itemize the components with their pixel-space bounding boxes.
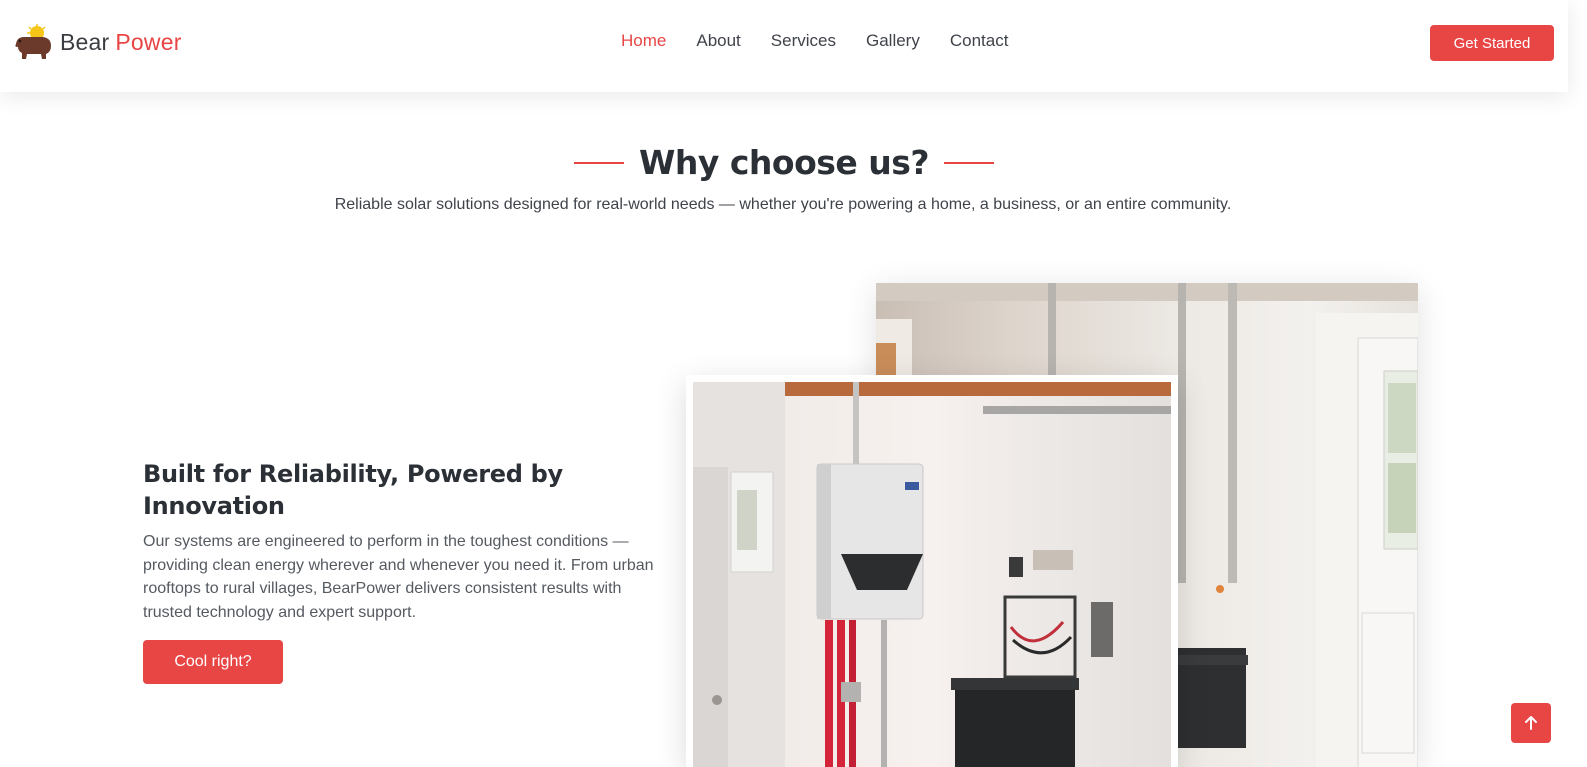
nav-item-services[interactable]: Services bbox=[771, 31, 836, 51]
section-heading: Why choose us? bbox=[0, 143, 1568, 182]
nav-item-contact[interactable]: Contact bbox=[950, 31, 1009, 51]
brand-logo[interactable]: Bear Power bbox=[13, 24, 182, 60]
nav-item-about[interactable]: About bbox=[696, 31, 740, 51]
solar-inverter-battery-photo-icon bbox=[693, 382, 1171, 767]
nav-item-gallery[interactable]: Gallery bbox=[866, 31, 920, 51]
heading-line-right bbox=[944, 161, 995, 164]
inverter-image bbox=[693, 382, 1171, 767]
heading-line-left bbox=[573, 161, 624, 164]
bear-logo-icon bbox=[15, 24, 52, 59]
feature-text: Our systems are engineered to perform in… bbox=[143, 533, 654, 621]
site-header: Bear Power Home About Services Gallery Co… bbox=[0, 0, 1568, 92]
section-subtitle: Reliable solar solutions designed for re… bbox=[334, 196, 1232, 213]
arrow-up-icon bbox=[1525, 716, 1537, 730]
cool-right-button[interactable]: Cool right? bbox=[143, 640, 283, 684]
main-nav: Home About Services Gallery Contact bbox=[621, 31, 1038, 51]
inverter-image-frame bbox=[686, 375, 1178, 767]
feature-title: Built for Reliability, Powered by Innova… bbox=[143, 460, 563, 520]
section-title: Why choose us? bbox=[638, 143, 930, 182]
scroll-top-button[interactable] bbox=[1511, 703, 1551, 743]
get-started-button[interactable]: Get Started bbox=[1430, 25, 1554, 61]
brand-name-part1: Bear bbox=[60, 28, 110, 55]
nav-item-home[interactable]: Home bbox=[621, 31, 666, 51]
brand-name: Bear Power bbox=[60, 29, 182, 56]
brand-name-part2: Power bbox=[115, 28, 182, 55]
